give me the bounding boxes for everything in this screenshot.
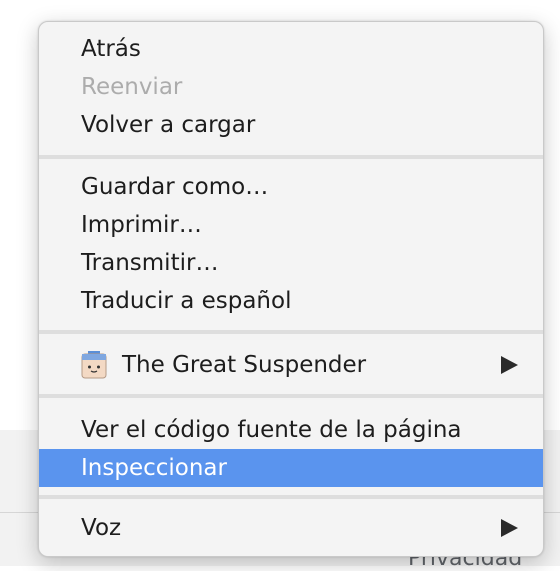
menu-item-label: Reenviar [81, 74, 183, 100]
context-menu: Atrás Reenviar Volver a cargar Guardar c… [38, 21, 544, 557]
menu-item-label: Traducir a español [81, 288, 292, 314]
menu-item-forward: Reenviar [39, 68, 543, 106]
menu-separator [39, 155, 543, 159]
submenu-arrow-icon [501, 356, 518, 374]
menu-item-label: Transmitir… [81, 250, 219, 276]
menu-separator [39, 394, 543, 398]
menu-item-label: Voz [81, 515, 122, 541]
submenu-arrow-icon [501, 519, 518, 537]
menu-item-label: Atrás [81, 36, 141, 62]
menu-item-speech[interactable]: Voz [39, 509, 543, 547]
menu-item-save-as[interactable]: Guardar como… [39, 168, 543, 206]
menu-item-translate[interactable]: Traducir a español [39, 282, 543, 320]
menu-item-great-suspender[interactable]: The Great Suspender [39, 346, 543, 384]
menu-item-label: The Great Suspender [122, 352, 367, 378]
menu-separator [39, 330, 543, 334]
menu-item-label: Guardar como… [81, 174, 269, 200]
menu-item-label: Imprimir… [81, 212, 202, 238]
menu-item-label: Volver a cargar [81, 112, 256, 138]
menu-item-label: Ver el código fuente de la página [81, 417, 462, 443]
great-suspender-icon [81, 351, 107, 379]
menu-item-cast[interactable]: Transmitir… [39, 244, 543, 282]
menu-item-inspect[interactable]: Inspeccionar [39, 449, 543, 487]
menu-item-print[interactable]: Imprimir… [39, 206, 543, 244]
menu-item-reload[interactable]: Volver a cargar [39, 106, 543, 144]
menu-item-view-source[interactable]: Ver el código fuente de la página [39, 411, 543, 449]
menu-item-label: Inspeccionar [81, 455, 227, 481]
menu-separator [39, 495, 543, 499]
menu-item-back[interactable]: Atrás [39, 30, 543, 68]
